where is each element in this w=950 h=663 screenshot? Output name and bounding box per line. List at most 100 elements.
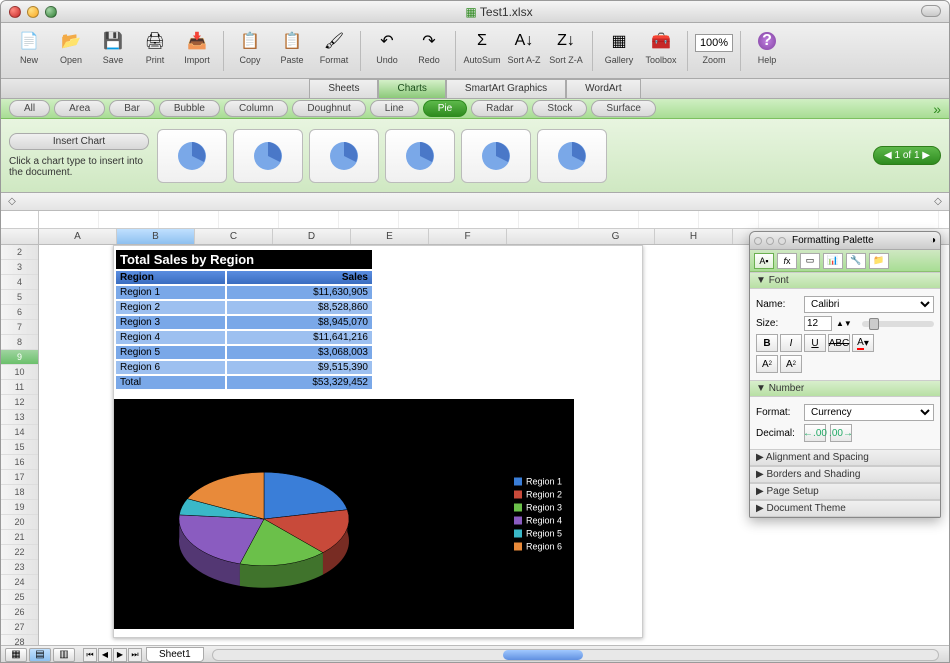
- chart-thumb-pie-3d[interactable]: [233, 129, 303, 183]
- row-header-26[interactable]: 26: [1, 605, 38, 620]
- formatting-palette[interactable]: Formatting Palette ◑ A▪ fx ▭ 📊 🔧 📁 ▼ Fon…: [749, 231, 941, 518]
- palette-tab-tools[interactable]: 🔧: [846, 253, 866, 269]
- col-header-F[interactable]: F: [429, 229, 507, 244]
- chart-thumb-pie-of-pie[interactable]: [385, 129, 455, 183]
- select-all-corner[interactable]: [1, 229, 39, 244]
- row-header-27[interactable]: 27: [1, 620, 38, 635]
- row-header-9[interactable]: 9: [1, 350, 38, 365]
- row-header-4[interactable]: 4: [1, 275, 38, 290]
- row-header-19[interactable]: 19: [1, 500, 38, 515]
- minimize-window-button[interactable]: [27, 6, 39, 18]
- table-row[interactable]: Region 4$11,641,216: [116, 331, 372, 344]
- open-button[interactable]: 📂Open: [51, 27, 91, 67]
- row-header-20[interactable]: 20: [1, 515, 38, 530]
- row-header-11[interactable]: 11: [1, 380, 38, 395]
- italic-button[interactable]: I: [780, 334, 802, 352]
- row-header-10[interactable]: 10: [1, 365, 38, 380]
- row-header-5[interactable]: 5: [1, 290, 38, 305]
- redo-button[interactable]: ↷Redo: [409, 27, 449, 67]
- print-button[interactable]: 🖨Print: [135, 27, 175, 67]
- palette-tab-media[interactable]: 📁: [869, 253, 889, 269]
- category-area[interactable]: Area: [54, 100, 105, 117]
- close-window-button[interactable]: [9, 6, 21, 18]
- row-header-15[interactable]: 15: [1, 440, 38, 455]
- table-row[interactable]: Region 2$8,528,860: [116, 301, 372, 314]
- palette-titlebar[interactable]: Formatting Palette ◑: [750, 232, 940, 250]
- expand-categories-icon[interactable]: »: [933, 101, 941, 117]
- col-header-C[interactable]: C: [195, 229, 273, 244]
- palette-section-document-theme[interactable]: ▶ Document Theme: [750, 500, 940, 517]
- row-header-3[interactable]: 3: [1, 260, 38, 275]
- category-radar[interactable]: Radar: [471, 100, 528, 117]
- ribbon-tab-wordart[interactable]: WordArt: [566, 79, 641, 98]
- prev-sheet-button[interactable]: ◀: [98, 648, 112, 662]
- row-header-17[interactable]: 17: [1, 470, 38, 485]
- autosum-button[interactable]: ΣAutoSum: [462, 27, 502, 67]
- normal-view-button[interactable]: ▦: [5, 648, 27, 662]
- underline-button[interactable]: U: [804, 334, 826, 352]
- row-header-14[interactable]: 14: [1, 425, 38, 440]
- decrease-decimal-button[interactable]: .00→: [830, 424, 852, 442]
- ribbon-tab-sheets[interactable]: Sheets: [309, 79, 378, 98]
- ribbon-tab-smartart-graphics[interactable]: SmartArt Graphics: [446, 79, 566, 98]
- palette-section-font[interactable]: ▼ Font: [750, 272, 940, 289]
- palette-tab-fx[interactable]: fx: [777, 253, 797, 269]
- palette-menu-icon[interactable]: ◑: [930, 235, 936, 246]
- row-header-22[interactable]: 22: [1, 545, 38, 560]
- copy-button[interactable]: 📋Copy: [230, 27, 270, 67]
- font-color-button[interactable]: A ▾: [852, 334, 874, 352]
- gallery-button[interactable]: ▦Gallery: [599, 27, 639, 67]
- palette-tab-format[interactable]: A▪: [754, 253, 774, 269]
- superscript-button[interactable]: A2: [756, 355, 778, 373]
- category-pie[interactable]: Pie: [423, 100, 467, 117]
- category-stock[interactable]: Stock: [532, 100, 587, 117]
- toolbox-button[interactable]: 🧰Toolbox: [641, 27, 681, 67]
- palette-section-borders-and-shading[interactable]: ▶ Borders and Shading: [750, 466, 940, 483]
- category-column[interactable]: Column: [224, 100, 288, 117]
- row-header-12[interactable]: 12: [1, 395, 38, 410]
- zoom-input[interactable]: 100%: [695, 34, 733, 52]
- new-button[interactable]: 📄New: [9, 27, 49, 67]
- paste-button[interactable]: 📋Paste: [272, 27, 312, 67]
- palette-close-icon[interactable]: [754, 237, 762, 245]
- horizontal-scrollbar[interactable]: [212, 649, 939, 661]
- col-header-E[interactable]: E: [351, 229, 429, 244]
- format-button[interactable]: 🖌Format: [314, 27, 354, 67]
- table-row[interactable]: Region 1$11,630,905: [116, 286, 372, 299]
- row-header-16[interactable]: 16: [1, 455, 38, 470]
- page-layout-view-button[interactable]: ▤: [29, 648, 51, 662]
- chart-thumb-bar-of-pie[interactable]: [537, 129, 607, 183]
- palette-tab-chart[interactable]: 📊: [823, 253, 843, 269]
- row-header-18[interactable]: 18: [1, 485, 38, 500]
- col-header-D[interactable]: D: [273, 229, 351, 244]
- help-button[interactable]: ?Help: [747, 27, 787, 67]
- gallery-pager[interactable]: ◀ 1 of 1 ▶: [873, 146, 941, 165]
- font-size-stepper[interactable]: ▲▼: [836, 319, 852, 328]
- row-header-28[interactable]: 28: [1, 635, 38, 645]
- row-header-24[interactable]: 24: [1, 575, 38, 590]
- col-header-G[interactable]: G: [577, 229, 655, 244]
- table-row[interactable]: Region 6$9,515,390: [116, 361, 372, 374]
- category-surface[interactable]: Surface: [591, 100, 655, 117]
- col-header-A[interactable]: A: [39, 229, 117, 244]
- chart-thumb-pie-3d-exploded[interactable]: [461, 129, 531, 183]
- row-header-23[interactable]: 23: [1, 560, 38, 575]
- palette-section-number[interactable]: ▼ Number: [750, 380, 940, 397]
- palette-section-alignment-and-spacing[interactable]: ▶ Alignment and Spacing: [750, 449, 940, 466]
- chart-thumb-pie-exploded[interactable]: [309, 129, 379, 183]
- row-header-6[interactable]: 6: [1, 305, 38, 320]
- col-header-H[interactable]: H: [655, 229, 733, 244]
- table-row[interactable]: Region 5$3,068,003: [116, 346, 372, 359]
- expand-formula-icon[interactable]: ◇: [5, 195, 19, 209]
- save-button[interactable]: 💾Save: [93, 27, 133, 67]
- chart-thumb-pie-2d[interactable]: [157, 129, 227, 183]
- zoom-window-button[interactable]: [45, 6, 57, 18]
- category-doughnut[interactable]: Doughnut: [292, 100, 365, 117]
- pie-chart[interactable]: Region 1Region 2Region 3Region 4Region 5…: [114, 399, 574, 629]
- page-break-view-button[interactable]: ▥: [53, 648, 75, 662]
- zoom-button[interactable]: 100%Zoom: [694, 27, 734, 67]
- import-button[interactable]: 📥Import: [177, 27, 217, 67]
- font-name-select[interactable]: Calibri: [804, 296, 934, 313]
- first-sheet-button[interactable]: ⏮: [83, 648, 97, 662]
- row-header-21[interactable]: 21: [1, 530, 38, 545]
